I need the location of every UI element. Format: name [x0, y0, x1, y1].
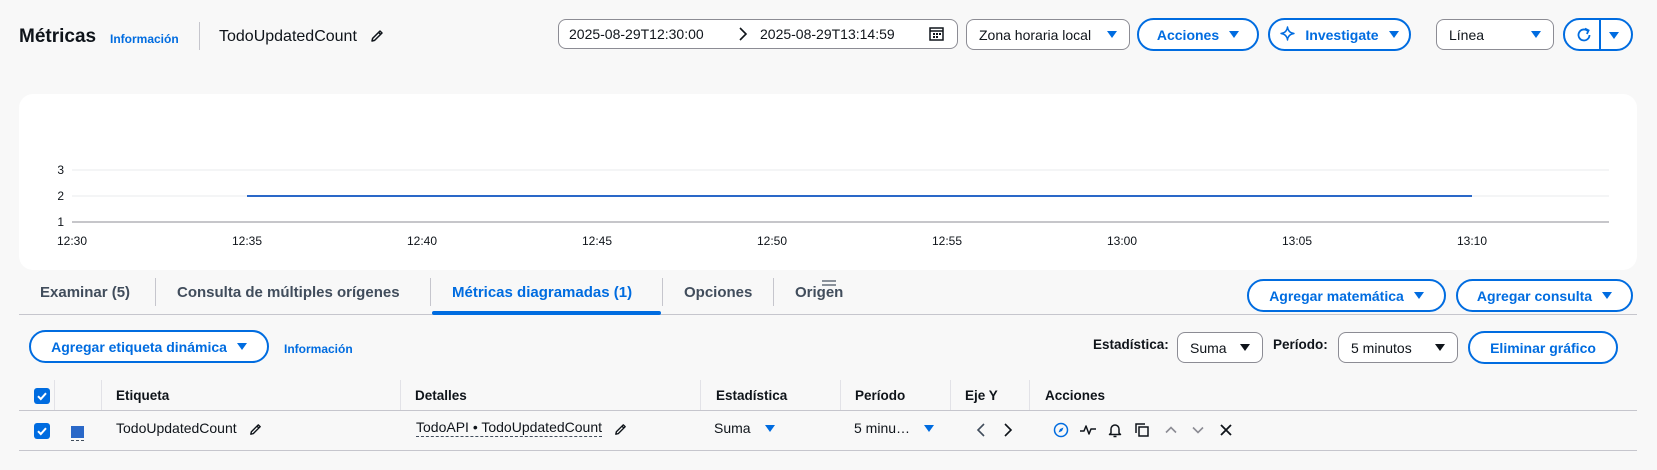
- tab-graphed-metrics[interactable]: Métricas diagramadas (1): [452, 284, 632, 301]
- x-tick-label: 13:00: [1107, 234, 1137, 248]
- x-tick-label: 13:10: [1457, 234, 1487, 248]
- edit-label-pencil-icon[interactable]: [248, 422, 263, 442]
- row-checkbox[interactable]: [34, 423, 50, 439]
- add-query-button-label: Agregar consulta: [1476, 287, 1593, 304]
- period-label: Período:: [1273, 337, 1328, 352]
- active-tab-indicator: [432, 311, 661, 315]
- add-math-button-label: Agregar matemática: [1269, 287, 1404, 304]
- column-separator: [1029, 380, 1030, 410]
- period-select[interactable]: 5 minutos: [1338, 332, 1458, 363]
- tab-options[interactable]: Opciones: [684, 284, 752, 301]
- row-label: TodoUpdatedCount: [116, 420, 237, 436]
- caret-down-icon: [1413, 292, 1424, 299]
- tab-separator: [430, 278, 431, 306]
- chevron-left-icon[interactable]: [975, 422, 987, 443]
- tab-separator: [155, 278, 156, 306]
- metrics-line-chart: 3 2 1 12:30 12:35 12:40 12:45 12:50 12:55 13:00 13…: [57, 163, 1609, 248]
- x-tick-label: 13:05: [1282, 234, 1312, 248]
- y-tick-label: 3: [57, 163, 64, 177]
- row-statistic-select[interactable]: Suma: [714, 420, 775, 436]
- drag-handle-icon[interactable]: [822, 275, 836, 293]
- column-separator: [400, 380, 401, 410]
- column-header-label[interactable]: Etiqueta: [116, 388, 169, 403]
- table-header-bottom-border: [19, 410, 1637, 411]
- statistic-select-value: Suma: [1190, 339, 1227, 356]
- caret-down-icon: [1602, 292, 1613, 299]
- chevron-up-icon[interactable]: [1163, 422, 1179, 443]
- column-separator: [840, 380, 841, 410]
- add-dynamic-label-button-label: Agregar etiqueta dinámica: [51, 338, 227, 355]
- add-dynamic-label-button[interactable]: Agregar etiqueta dinámica: [29, 330, 269, 363]
- y-tick-label: 2: [57, 189, 64, 203]
- column-separator: [54, 380, 55, 410]
- select-all-checkbox[interactable]: [34, 388, 50, 404]
- caret-down-icon: [1435, 344, 1445, 351]
- anomaly-detection-icon[interactable]: [1079, 422, 1097, 443]
- row-statistic-value: Suma: [714, 420, 751, 436]
- delete-chart-button[interactable]: Eliminar gráfico: [1468, 331, 1618, 364]
- statistic-select[interactable]: Suma: [1177, 332, 1263, 363]
- column-header-y-axis[interactable]: Eje Y: [965, 388, 998, 403]
- x-tick-label: 12:55: [932, 234, 962, 248]
- close-icon[interactable]: [1218, 422, 1234, 443]
- checkmark-icon: [37, 427, 47, 436]
- add-query-button[interactable]: Agregar consulta: [1456, 279, 1633, 312]
- tab-source[interactable]: Origen: [795, 284, 843, 301]
- series-color-swatch-underline: [71, 440, 84, 441]
- compass-icon[interactable]: [1053, 422, 1069, 443]
- bell-icon[interactable]: [1107, 422, 1123, 443]
- column-separator: [101, 380, 102, 410]
- edit-details-pencil-icon[interactable]: [613, 422, 628, 442]
- row-period-value: 5 minu…: [854, 420, 911, 436]
- statistic-label: Estadística:: [1093, 337, 1169, 352]
- row-details[interactable]: TodoAPI • TodoUpdatedCount: [416, 419, 602, 437]
- column-separator: [950, 380, 951, 410]
- x-tick-label: 12:35: [232, 234, 262, 248]
- tab-browse[interactable]: Examinar (5): [40, 284, 130, 301]
- chevron-right-icon[interactable]: [1002, 422, 1014, 443]
- tab-multi-source-query[interactable]: Consulta de múltiples orígenes: [177, 284, 400, 301]
- tab-separator: [662, 278, 663, 306]
- column-header-statistic[interactable]: Estadística: [716, 388, 787, 403]
- x-tick-label: 12:30: [57, 234, 87, 248]
- series-color-swatch[interactable]: [71, 426, 84, 438]
- period-select-value: 5 minutos: [1351, 339, 1412, 356]
- caret-down-icon: [1240, 344, 1250, 351]
- delete-chart-button-label: Eliminar gráfico: [1490, 339, 1596, 356]
- caret-down-icon: [236, 343, 247, 350]
- column-header-period[interactable]: Período: [855, 388, 905, 403]
- chevron-down-icon[interactable]: [1190, 422, 1206, 443]
- column-separator: [700, 380, 701, 410]
- copy-icon[interactable]: [1134, 422, 1150, 443]
- checkmark-icon: [37, 392, 47, 401]
- column-header-details[interactable]: Detalles: [415, 388, 467, 403]
- x-tick-label: 12:50: [757, 234, 787, 248]
- add-math-button[interactable]: Agregar matemática: [1247, 279, 1446, 312]
- table-row-bottom-border: [19, 450, 1637, 451]
- tab-separator: [773, 278, 774, 306]
- caret-down-icon: [924, 424, 935, 432]
- caret-down-icon: [764, 424, 775, 432]
- y-tick-label: 1: [57, 215, 64, 229]
- x-tick-label: 12:45: [582, 234, 612, 248]
- column-header-actions: Acciones: [1045, 388, 1106, 403]
- info-link[interactable]: Información: [284, 342, 353, 356]
- row-period-select[interactable]: 5 minu…: [854, 420, 935, 436]
- tabs-baseline: [19, 314, 1637, 315]
- x-tick-label: 12:40: [407, 234, 437, 248]
